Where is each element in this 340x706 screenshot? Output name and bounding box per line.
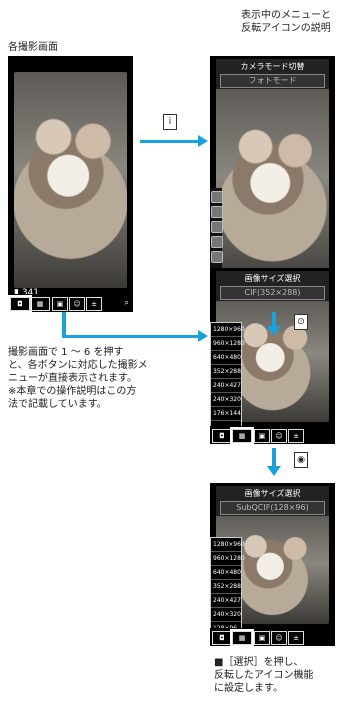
side-icon-3[interactable] [211, 221, 223, 233]
size-option[interactable]: 240×427 [211, 379, 241, 393]
camera-preview-1 [14, 72, 127, 288]
menu-panel-3: 画像サイズ選択 CIF(352×288) [216, 271, 329, 301]
caption-left-line1: 撮影画面で 1 ～ 6 を押す [8, 347, 124, 358]
size-option[interactable]: 960×1280 [211, 337, 245, 351]
caption-left-line5: 法で記載しています。 [8, 399, 107, 410]
size-option[interactable]: 640×480 [211, 351, 241, 365]
arrow-down-1-head [267, 326, 281, 336]
key-i-icon: i [163, 114, 177, 130]
tb-quality-icon[interactable]: ▣ [52, 297, 68, 311]
side-icon-5[interactable] [211, 251, 223, 263]
size-option[interactable]: 640×480 [211, 566, 241, 580]
side-icon-2[interactable] [211, 206, 223, 218]
menu-title-4: 画像サイズ選択 [244, 489, 301, 498]
size-option[interactable]: 352×288 [211, 580, 241, 594]
caption-bottom-line3: に設定します。 [214, 683, 283, 694]
arrow-elbow-vertical [62, 312, 66, 337]
size-option[interactable]: 1280×960 [211, 538, 245, 552]
camera-toolbar-3: ◘ ▦ ▣ ☺ ± [210, 426, 335, 445]
size-option[interactable]: 960×1280 [211, 552, 245, 566]
menu-panel-4: 画像サイズ選択 SubQCIF(128×96) [216, 486, 329, 516]
size-option[interactable]: 240×427 [211, 594, 241, 608]
tb-exposure-icon[interactable]: ± [86, 297, 102, 311]
tb-quality-icon[interactable]: ▣ [254, 631, 270, 645]
tb-exposure-icon[interactable]: ± [288, 631, 304, 645]
size-list-4: 1280×960 960×1280 640×480 352×288 240×42… [210, 537, 245, 636]
caption-bottom-line1: ■［選択］を押し、 [214, 657, 304, 668]
size-option[interactable]: 352×288 [211, 365, 241, 379]
phone-screen-1: ▮ 341 ◘ ▦ ▣ ☺ ± ⌕ [8, 56, 133, 313]
caption-bottom-line2: 反転したアイコン機能 [214, 670, 314, 681]
tb-size-icon[interactable]: ▦ [230, 427, 254, 445]
arrow-right-1-head [198, 135, 208, 147]
menu-value-3[interactable]: CIF(352×288) [220, 286, 325, 300]
caption-left-line2: と、各ボタンに対応した撮影メ [8, 360, 148, 371]
size-option[interactable]: 176×144 [211, 407, 241, 421]
size-option[interactable]: 240×320 [211, 608, 241, 622]
caption-top-right-line2: 反転アイコンの説明 [241, 23, 331, 34]
tb-size-icon[interactable]: ▦ [30, 297, 50, 311]
camera-toolbar-1: ◘ ▦ ▣ ☺ ± ⌕ [8, 294, 133, 313]
caption-top-right-line1: 表示中のメニューと [241, 10, 331, 21]
arrow-elbow-head [198, 330, 208, 342]
size-list-3: 1280×960 960×1280 640×480 352×288 240×42… [210, 322, 245, 429]
menu-title-2: カメラモード切替 [240, 62, 305, 71]
tb-person-icon[interactable]: ☺ [271, 631, 287, 645]
zoom-icon: ⌕ [124, 298, 129, 307]
size-option[interactable]: 240×320 [211, 393, 241, 407]
arrow-right-1 [140, 140, 200, 143]
key-circle-icon: ◉ [294, 452, 308, 468]
key-side-icon: ⊙ [294, 314, 308, 330]
size-option[interactable]: 1280×960 [211, 323, 245, 337]
menu-value-4[interactable]: SubQCIF(128×96) [220, 501, 325, 515]
camera-toolbar-4: ◘ ▦ ▣ ☺ ± [210, 628, 335, 647]
arrow-down-2-head [267, 466, 281, 476]
phone-screen-3: 画像サイズ選択 CIF(352×288) 1280×960 960×1280 6… [210, 268, 335, 445]
caption-left-line4: ※本章での操作説明はこの方 [8, 386, 137, 397]
caption-top-right: 表示中のメニューと 反転アイコンの説明 [236, 9, 336, 35]
tb-camera-icon[interactable]: ◘ [212, 429, 232, 443]
tb-camera-icon[interactable]: ◘ [212, 631, 232, 645]
tb-size-icon[interactable]: ▦ [230, 629, 254, 647]
caption-top-left: 各撮影画面 [8, 42, 58, 53]
caption-left: 撮影画面で 1 ～ 6 を押す と、各ボタンに対応した撮影メ ニューが直接表示さ… [8, 346, 198, 411]
tb-camera-icon[interactable]: ◘ [8, 295, 32, 313]
camera-preview-2 [216, 86, 329, 288]
menu-value-2[interactable]: フォトモード [220, 74, 325, 88]
tb-person-icon[interactable]: ☺ [69, 297, 85, 311]
menu-title-3: 画像サイズ選択 [244, 274, 301, 283]
caption-bottom: ■［選択］を押し、 反転したアイコン機能 に設定します。 [214, 656, 334, 695]
tb-person-icon[interactable]: ☺ [271, 429, 287, 443]
caption-left-line3: ニューが直接表示されます。 [8, 373, 137, 384]
tb-exposure-icon[interactable]: ± [288, 429, 304, 443]
menu-panel-2: カメラモード切替 フォトモード [216, 59, 329, 89]
tb-quality-icon[interactable]: ▣ [254, 429, 270, 443]
arrow-down-2 [272, 448, 276, 468]
side-icon-4[interactable] [211, 236, 223, 248]
arrow-elbow-horizontal [62, 335, 200, 338]
side-icon-1[interactable] [211, 191, 223, 203]
phone-screen-4: 画像サイズ選択 SubQCIF(128×96) 1280×960 960×128… [210, 483, 335, 647]
